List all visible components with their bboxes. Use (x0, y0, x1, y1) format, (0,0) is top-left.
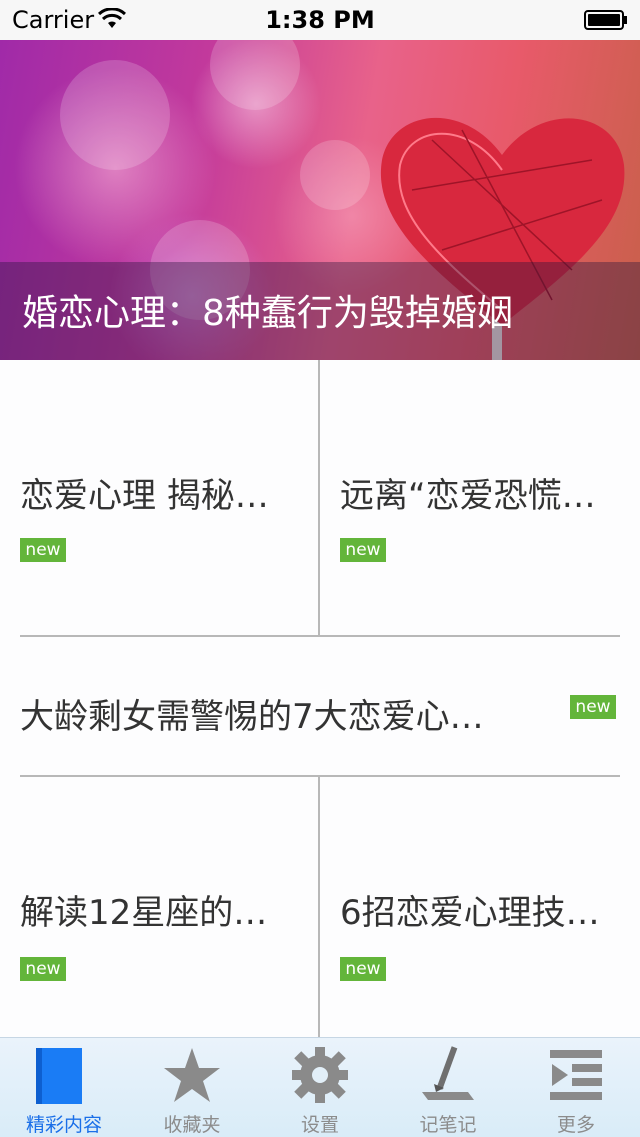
status-bar: Carrier 1:38 PM (0, 0, 640, 40)
hero-banner[interactable]: 婚恋心理：8种蠢行为毁掉婚姻 (0, 40, 640, 360)
book-icon (36, 1048, 82, 1104)
new-badge: new (340, 957, 386, 981)
tab-featured[interactable]: 精彩内容 (0, 1038, 128, 1137)
bokeh-decoration (210, 40, 300, 110)
article-title: 远离“恋爱恐慌… (340, 476, 596, 516)
column-divider (318, 360, 320, 636)
column-divider (318, 777, 320, 1037)
list-icon (550, 1050, 602, 1100)
article-card[interactable]: 6招恋爱心理技… new (320, 777, 640, 1037)
tab-more[interactable]: 更多 (512, 1038, 640, 1137)
article-title: 恋爱心理 揭秘… (20, 476, 269, 516)
tab-settings[interactable]: 设置 (256, 1038, 384, 1137)
hero-caption: 婚恋心理：8种蠢行为毁掉婚姻 (22, 293, 513, 334)
article-title: 解读12星座的… (20, 893, 268, 933)
star-icon (164, 1048, 220, 1102)
tab-label: 收藏夹 (163, 1114, 221, 1136)
new-badge: new (20, 538, 66, 562)
tab-bar: 精彩内容 收藏夹 设置 记笔记 更多 (0, 1037, 640, 1137)
article-card[interactable]: 恋爱心理 揭秘… new (0, 360, 318, 636)
tab-label: 精彩内容 (25, 1114, 102, 1136)
battery-icon (584, 10, 627, 30)
article-title: 6招恋爱心理技… (340, 893, 600, 933)
clock: 1:38 PM (265, 6, 375, 34)
new-badge: new (20, 957, 66, 981)
bokeh-decoration (60, 60, 170, 170)
new-badge: new (340, 538, 386, 562)
tab-label: 设置 (300, 1114, 339, 1136)
new-badge: new (570, 695, 616, 719)
article-title: 大龄剩女需警惕的7大恋爱心… (20, 697, 484, 737)
pen-icon (422, 1046, 474, 1100)
article-card[interactable]: 解读12星座的… new (0, 777, 318, 1037)
article-card[interactable]: 大龄剩女需警惕的7大恋爱心… new (0, 637, 640, 775)
tab-label: 记笔记 (419, 1114, 477, 1136)
tab-label: 更多 (556, 1114, 595, 1136)
article-card[interactable]: 远离“恋爱恐慌… new (320, 360, 640, 636)
gear-icon (292, 1047, 348, 1103)
tab-favorites[interactable]: 收藏夹 (128, 1038, 256, 1137)
bokeh-decoration (300, 140, 370, 210)
tab-notes[interactable]: 记笔记 (384, 1038, 512, 1137)
